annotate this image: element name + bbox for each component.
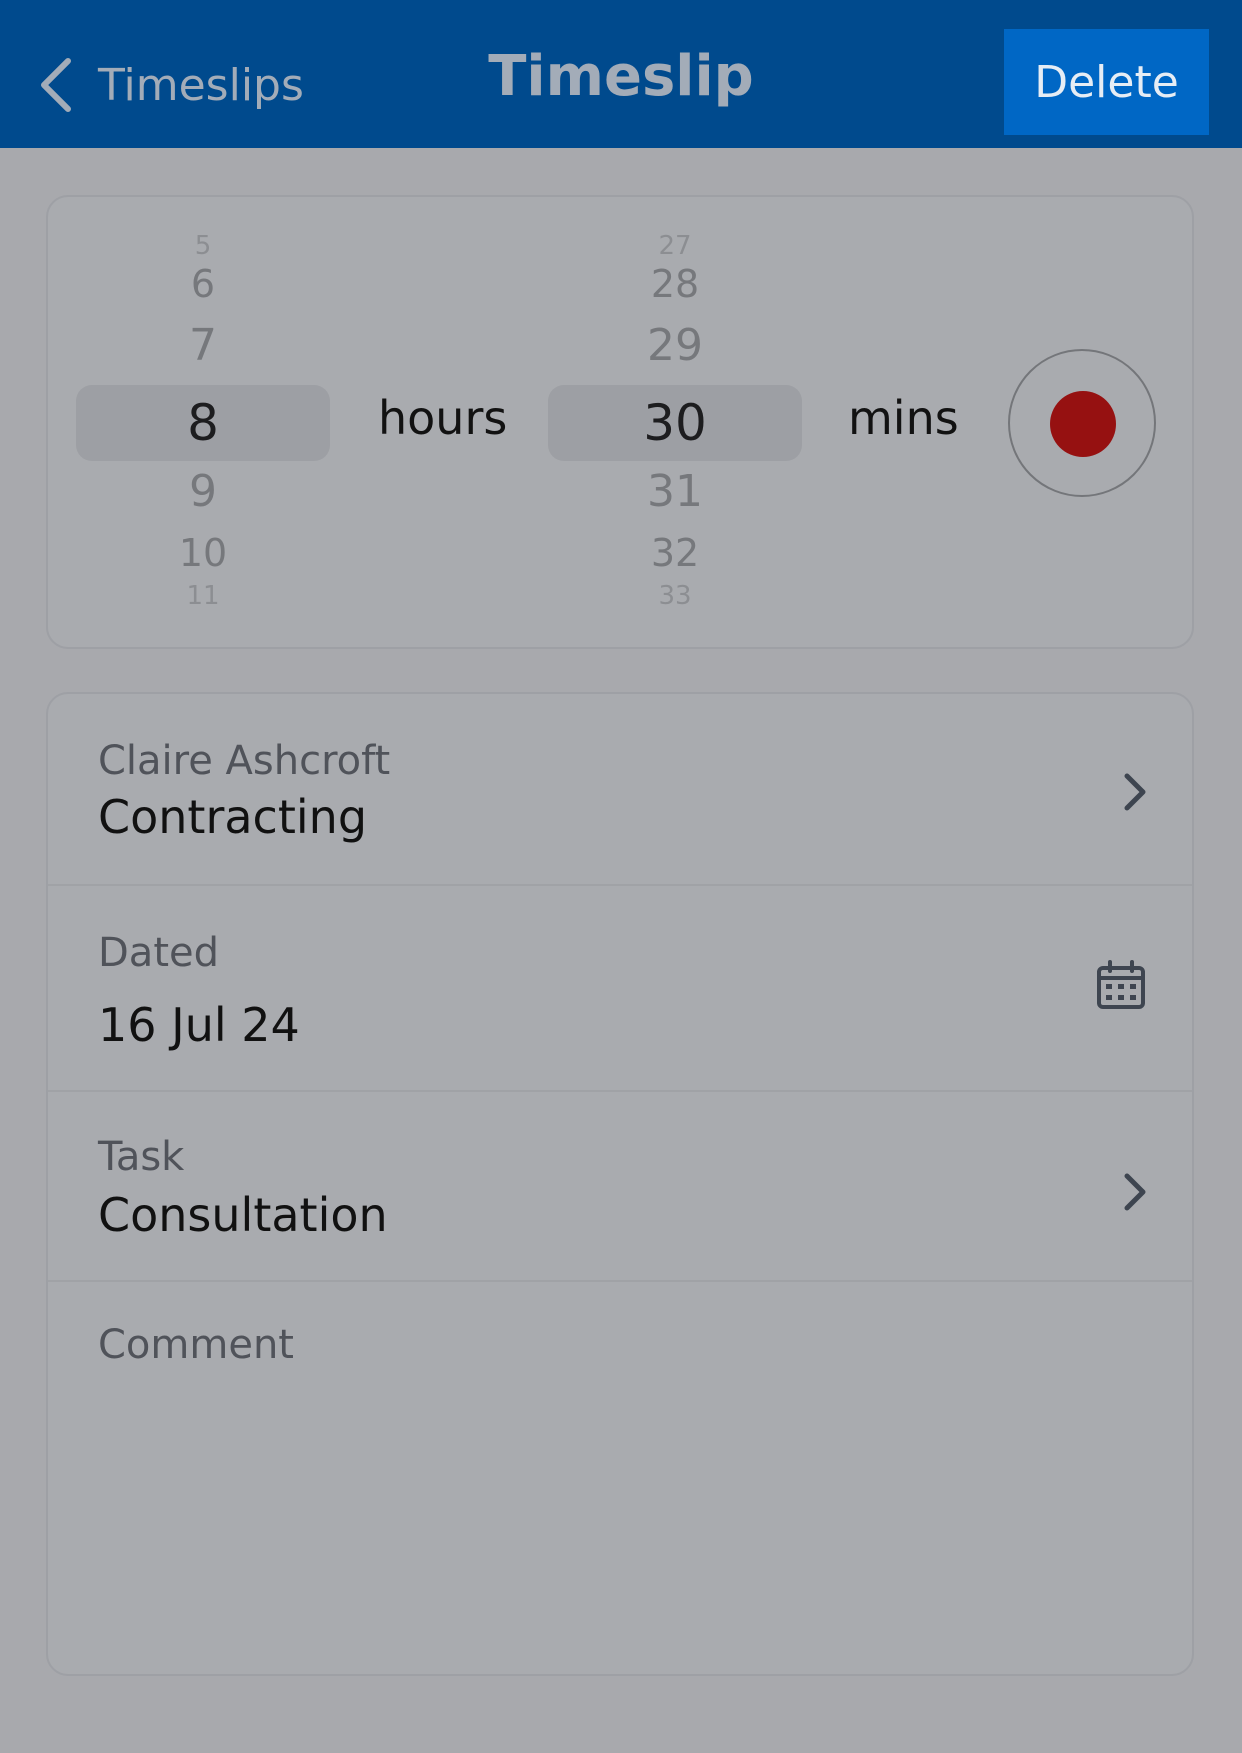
- record-dot-icon: [1050, 391, 1116, 457]
- record-timer-button[interactable]: [1008, 349, 1156, 497]
- date-value: 16 Jul 24: [98, 998, 300, 1052]
- minutes-wheel[interactable]: 27 28 29 30 31 32 33: [548, 197, 802, 647]
- comment-row: Comment: [48, 1282, 1192, 1674]
- task-label: Task: [98, 1134, 185, 1180]
- hours-option[interactable]: 10: [76, 534, 330, 572]
- duration-picker-card: 5 6 7 8 9 10 11 hours 27 28 29 30 31 32 …: [46, 195, 1194, 649]
- nav-bar: Timeslips Timeslip Delete: [0, 0, 1242, 148]
- hours-option[interactable]: 9: [76, 470, 330, 514]
- hours-unit-label: hours: [378, 391, 508, 445]
- minutes-option[interactable]: 33: [548, 583, 802, 609]
- chevron-right-icon: [1124, 773, 1146, 811]
- project-name: Contracting: [98, 790, 368, 844]
- task-value: Consultation: [98, 1188, 388, 1242]
- back-label: Timeslips: [98, 59, 304, 111]
- hours-option[interactable]: 5: [76, 233, 330, 259]
- chevron-left-icon: [41, 58, 71, 112]
- minutes-unit-label: mins: [848, 391, 959, 445]
- comment-input[interactable]: [94, 1392, 1148, 1646]
- minutes-option[interactable]: 27: [548, 233, 802, 259]
- hours-option[interactable]: 7: [76, 324, 330, 368]
- minutes-option[interactable]: 32: [548, 534, 802, 572]
- minutes-option[interactable]: 29: [548, 324, 802, 368]
- minutes-option[interactable]: 28: [548, 265, 802, 303]
- date-row[interactable]: Dated 16 Jul 24: [48, 886, 1192, 1092]
- hours-option[interactable]: 6: [76, 265, 330, 303]
- delete-button[interactable]: Delete: [1004, 29, 1209, 135]
- client-project-row[interactable]: Claire Ashcroft Contracting: [48, 694, 1192, 886]
- date-label: Dated: [98, 930, 219, 976]
- task-row[interactable]: Task Consultation: [48, 1092, 1192, 1282]
- calendar-icon[interactable]: [1096, 960, 1146, 1010]
- hours-option[interactable]: 11: [76, 583, 330, 609]
- hours-wheel[interactable]: 5 6 7 8 9 10 11: [76, 197, 330, 647]
- minutes-option[interactable]: 31: [548, 470, 802, 514]
- back-button[interactable]: Timeslips: [36, 50, 304, 120]
- hours-selected-value[interactable]: 8: [76, 398, 330, 448]
- timeslip-details-card: Claire Ashcroft Contracting Dated 16 Jul…: [46, 692, 1194, 1676]
- comment-label: Comment: [98, 1322, 294, 1368]
- chevron-right-icon: [1124, 1173, 1146, 1211]
- minutes-selected-value[interactable]: 30: [548, 398, 802, 448]
- client-name: Claire Ashcroft: [98, 738, 391, 784]
